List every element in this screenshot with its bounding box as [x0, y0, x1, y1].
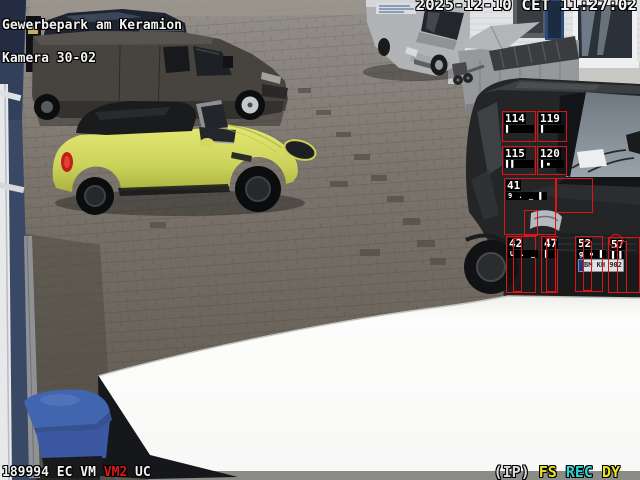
- osd-location-line: Gewerbepark am Keramion: [2, 20, 182, 31]
- detection-label: 120: [539, 148, 561, 159]
- detection-aux-box: [513, 238, 522, 292]
- osd-status-left: 189994 EC VM VM2 UC: [2, 466, 151, 479]
- osd-status-right: (IP) FS REC DY: [494, 465, 620, 479]
- detection-aux-box: [556, 178, 593, 213]
- detection-box-120: 120▌▪: [537, 146, 567, 175]
- detection-sublabel: ▌▪: [539, 160, 564, 168]
- detection-aux-box: [617, 241, 627, 293]
- detection-label: 41: [506, 180, 521, 191]
- osd-segment: UC: [127, 465, 150, 480]
- osd-segment: REC: [566, 463, 602, 480]
- detection-aux-box: [583, 241, 592, 291]
- detection-aux-box: [546, 238, 556, 292]
- osd-segment: FS: [539, 463, 566, 480]
- osd-camera-id: Kamera 30-02: [2, 53, 182, 64]
- osd-location: Gewerbepark am Keramion Kamera 30-02: [2, 0, 182, 75]
- detection-label: 119: [539, 113, 561, 124]
- detection-sublabel: 9 . _ ▌: [506, 192, 547, 200]
- detection-box-119: 119▌: [537, 111, 567, 142]
- detection-sublabel: ▌▌: [504, 160, 534, 168]
- osd-datetime: 2025-12-10 CET 11:27:02: [415, 0, 637, 12]
- detection-sublabel: ▌: [504, 125, 534, 133]
- detection-box-115: 115▌▌: [502, 146, 536, 175]
- camera-view: BM KH 902 114▌ 119▌ 115▌▌ 120▌▪ 419 . _ …: [0, 0, 640, 480]
- detection-label: 114: [504, 113, 526, 124]
- detection-aux-circle: [609, 234, 623, 248]
- detection-box-114: 114▌: [502, 111, 536, 142]
- detection-sublabel: ▌: [539, 125, 564, 133]
- osd-segment: 189994 EC VM: [2, 465, 104, 480]
- osd-segment: DY: [602, 463, 620, 480]
- detection-label: 115: [504, 148, 526, 159]
- detection-aux-box: [524, 210, 538, 236]
- osd-segment: (IP): [494, 463, 539, 480]
- osd-segment: VM2: [104, 465, 127, 480]
